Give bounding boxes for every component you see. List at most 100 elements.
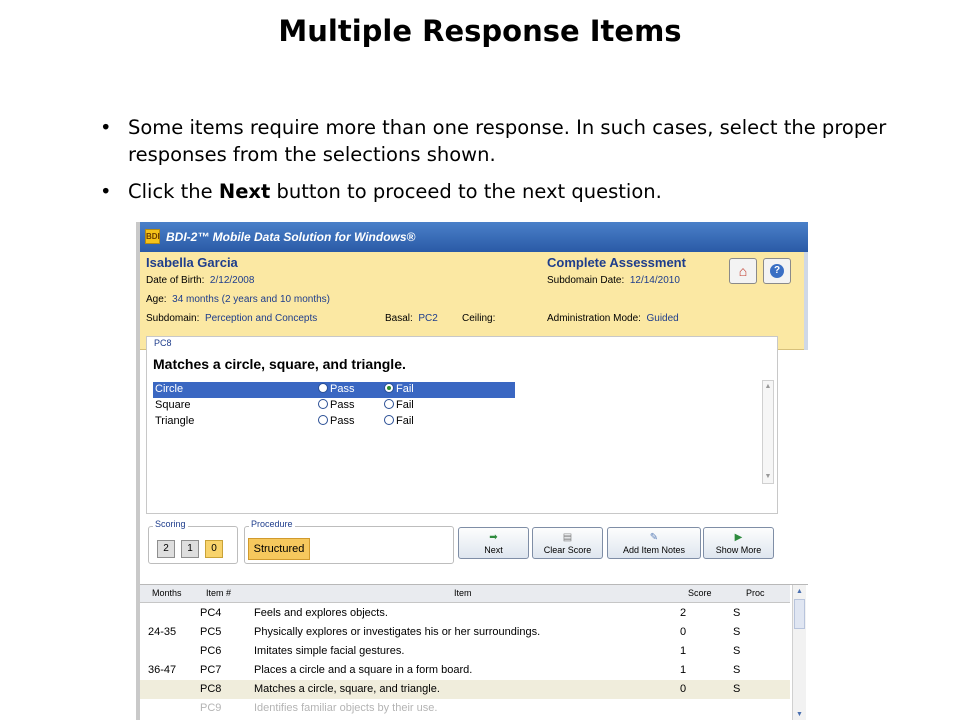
fail-option[interactable]: Fail: [384, 415, 414, 427]
cell-proc: S: [733, 607, 741, 619]
response-row[interactable]: Square Pass Fail: [153, 398, 515, 414]
score-1-button[interactable]: 1: [181, 540, 199, 558]
radio-icon: [318, 399, 328, 409]
pass-option[interactable]: Pass: [318, 415, 354, 427]
pass-option[interactable]: Pass: [318, 399, 354, 411]
cell-months: 36-47: [148, 664, 177, 676]
admin-mode-value: Guided: [646, 313, 679, 324]
bullet-text: Some items require more than one respons…: [128, 116, 887, 166]
subdomain-date-value: 12/14/2010: [629, 275, 680, 286]
response-row[interactable]: Triangle Pass Fail: [153, 414, 515, 430]
home-icon: ⌂: [738, 263, 748, 279]
cell-proc: S: [733, 683, 741, 695]
slide-title: Multiple Response Items: [278, 14, 682, 48]
bullet-text-bold: Next: [218, 180, 271, 203]
response-label: Circle: [155, 383, 184, 395]
cell-proc: S: [733, 626, 741, 638]
pass-label: Pass: [330, 383, 355, 395]
fail-option[interactable]: Fail: [384, 399, 414, 411]
response-label: Triangle: [155, 415, 195, 427]
radio-icon: [318, 415, 328, 425]
response-row[interactable]: Circle Pass Fail: [153, 382, 515, 398]
header-edge: [804, 252, 808, 350]
window-title: BDI-2™ Mobile Data Solution for Windows®: [166, 230, 416, 244]
score-0-button[interactable]: 0: [205, 540, 223, 558]
col-item-no[interactable]: Item #: [206, 588, 231, 598]
subdomain-value: Perception and Concepts: [204, 313, 318, 324]
subdomain-date-row: Subdomain Date: 12/14/2010: [547, 275, 680, 286]
scroll-thumb[interactable]: [794, 599, 805, 629]
radio-icon: [384, 399, 394, 409]
pass-option[interactable]: Pass: [318, 383, 354, 395]
ceiling-label: Ceiling:: [462, 313, 496, 324]
cell-score: 1: [680, 645, 687, 657]
cell-item: Places a circle and a square in a form b…: [254, 664, 473, 676]
items-table: Months Item # Item Score Proc PC4 Feels …: [140, 584, 808, 720]
cell-score: 0: [680, 683, 687, 695]
add-item-notes-label: Add Item Notes: [622, 545, 686, 555]
procedure-value[interactable]: Structured: [248, 538, 310, 560]
table-row[interactable]: 36-47 PC7 Places a circle and a square i…: [140, 661, 790, 680]
pass-label: Pass: [330, 415, 355, 427]
scroll-down-icon[interactable]: ▼: [793, 708, 806, 720]
home-button[interactable]: ⌂: [729, 258, 757, 284]
fail-option[interactable]: Fail: [384, 383, 414, 395]
score-2-button[interactable]: 2: [157, 540, 175, 558]
col-proc[interactable]: Proc: [746, 588, 765, 598]
show-more-icon: ▶: [734, 532, 743, 543]
age-row: Age: 34 months (2 years and 10 months): [146, 294, 330, 305]
eraser-icon: ▤: [562, 532, 573, 543]
col-item[interactable]: Item: [454, 588, 472, 598]
subdomain-label: Subdomain:: [146, 313, 200, 324]
next-arrow-icon: ➡: [489, 532, 498, 543]
subdomain-row: Subdomain: Perception and Concepts: [146, 313, 317, 324]
bullet-list: Some items require more than one respons…: [100, 114, 900, 215]
admin-mode-row: Administration Mode: Guided: [547, 313, 679, 324]
bullet-item: Click the Next button to proceed to the …: [100, 178, 900, 205]
admin-mode-label: Administration Mode:: [547, 313, 641, 324]
controls-row: Scoring 2 1 0 Procedure Structured ➡ Nex…: [140, 518, 808, 566]
basal-row: Basal: PC2: [385, 313, 438, 324]
table-row-current[interactable]: PC8 Matches a circle, square, and triang…: [140, 680, 790, 699]
bullet-text-pre: Click the: [128, 180, 219, 203]
cell-score: 1: [680, 664, 687, 676]
table-row[interactable]: 24-35 PC5 Physically explores or investi…: [140, 623, 790, 642]
scroll-up-icon[interactable]: ▲: [793, 585, 806, 598]
help-icon: ?: [770, 264, 784, 278]
table-row[interactable]: PC9 Identifies familiar objects by their…: [140, 699, 790, 718]
col-score[interactable]: Score: [688, 588, 712, 598]
assessment-title: Complete Assessment: [547, 255, 686, 270]
procedure-group: Procedure Structured: [244, 519, 454, 564]
help-button[interactable]: ?: [763, 258, 791, 284]
window-titlebar[interactable]: BDI BDI-2™ Mobile Data Solution for Wind…: [140, 222, 808, 252]
subdomain-date-label: Subdomain Date:: [547, 275, 625, 286]
fail-label: Fail: [396, 415, 414, 427]
table-row[interactable]: PC6 Imitates simple facial gestures. 1 S: [140, 642, 790, 661]
cell-item-no: PC9: [200, 702, 222, 714]
table-row[interactable]: PC4 Feels and explores objects. 2 S: [140, 604, 790, 623]
col-months[interactable]: Months: [152, 588, 182, 598]
notes-icon: ✎: [649, 532, 659, 543]
scroll-up-icon[interactable]: ▲: [763, 381, 773, 393]
item-scrollbar[interactable]: ▲ ▼: [762, 380, 774, 484]
dob-row: Date of Birth: 2/12/2008: [146, 275, 254, 286]
procedure-label: Procedure: [249, 519, 295, 529]
cell-item-no: PC7: [200, 664, 222, 676]
app-window: BDI BDI-2™ Mobile Data Solution for Wind…: [136, 222, 808, 720]
show-more-button[interactable]: ▶ Show More: [703, 527, 774, 559]
add-item-notes-button[interactable]: ✎ Add Item Notes: [607, 527, 701, 559]
child-name: Isabella Garcia: [146, 255, 238, 270]
dob-label: Date of Birth:: [146, 275, 205, 286]
basal-value: PC2: [418, 313, 438, 324]
basal-label: Basal:: [385, 313, 413, 324]
scroll-down-icon[interactable]: ▼: [763, 471, 773, 483]
next-button[interactable]: ➡ Next: [458, 527, 529, 559]
item-code: PC8: [154, 338, 172, 348]
table-scrollbar[interactable]: ▲ ▼: [792, 585, 806, 720]
cell-score: 0: [680, 626, 687, 638]
item-question: Matches a circle, square, and triangle.: [153, 356, 406, 372]
cell-score: 2: [680, 607, 687, 619]
cell-item-no: PC6: [200, 645, 222, 657]
app-logo-icon: BDI: [145, 229, 160, 244]
clear-score-button[interactable]: ▤ Clear Score: [532, 527, 603, 559]
